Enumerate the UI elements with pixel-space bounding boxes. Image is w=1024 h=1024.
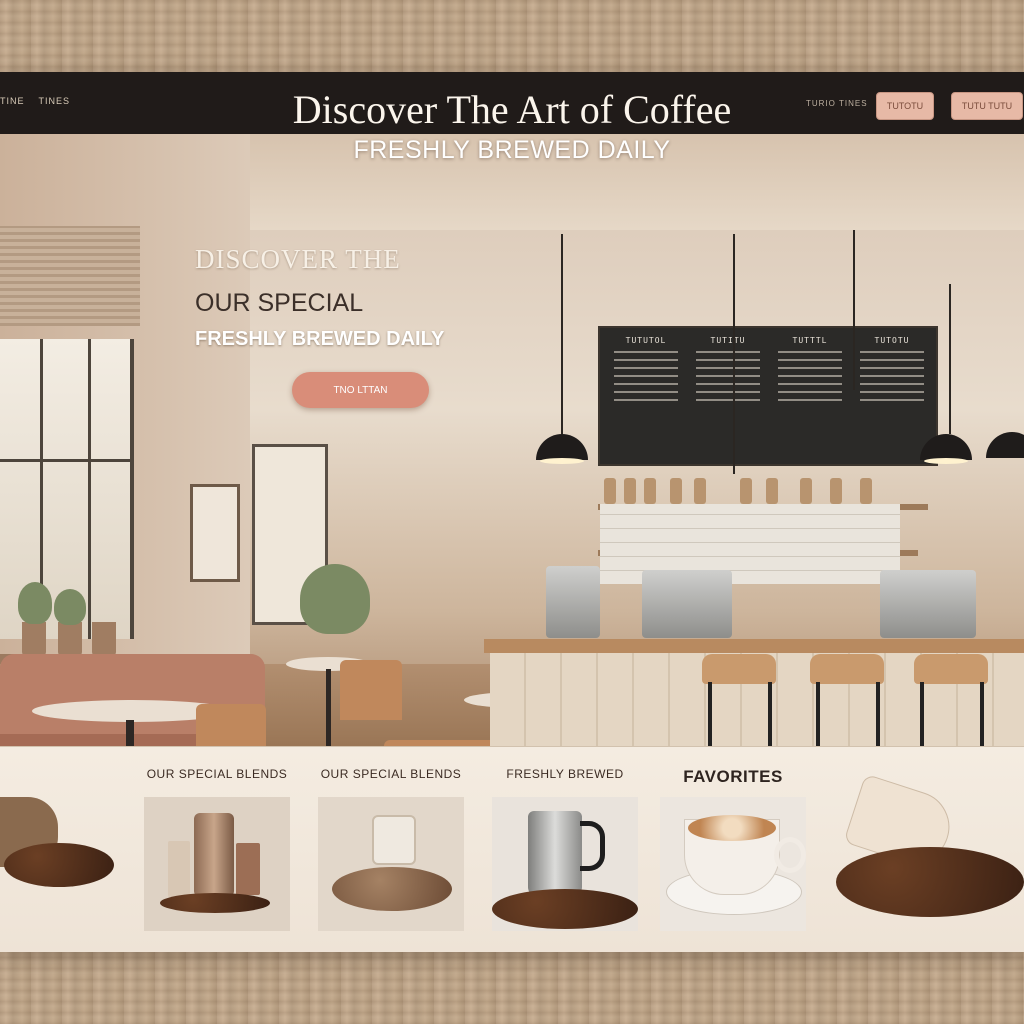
product-strip: OUR SPECIAL BLENDS OUR SPECIAL BLENDS FR…	[0, 746, 1024, 952]
product-image	[144, 797, 290, 931]
coffee-beans	[4, 843, 114, 887]
plant-pot	[22, 622, 46, 656]
hero-heading: DISCOVER THE	[195, 244, 401, 274]
plant-leaves	[54, 589, 86, 625]
product-card[interactable]: FAVORITES	[660, 767, 806, 931]
espresso-machine	[546, 566, 600, 638]
product-image	[660, 797, 806, 931]
product-title: FRESHLY BREWED	[506, 767, 624, 781]
wall-picture-frame	[190, 484, 240, 582]
bar-stool	[810, 654, 884, 684]
plant-leaves	[300, 564, 370, 634]
hero-cafe-scene: TUTUTOL TUTITU TUTTTL TUTOTU FRESHLY BRE…	[0, 134, 1024, 812]
nav-right-link[interactable]: TURIO TINES	[806, 99, 868, 108]
menu-column-header: TUTUTOL	[625, 336, 667, 345]
menu-column: TUTOTU	[854, 336, 930, 454]
hero-headline: FRESHLY BREWED DAILY	[353, 136, 671, 164]
hero-tagline-secondary: FRESHLY BREWED DAILY	[195, 328, 445, 350]
coffee-jar-icon	[372, 815, 416, 865]
website-mockup: TINE TINES Discover The Art of Coffee TU…	[0, 72, 1024, 952]
window-blind	[0, 226, 140, 326]
header-button-secondary[interactable]: TUTU TUTU	[951, 92, 1023, 120]
product-image	[318, 797, 464, 931]
pitcher-icon	[528, 811, 582, 897]
product-title: FAVORITES	[683, 767, 783, 786]
product-title: OUR SPECIAL BLENDS	[320, 767, 462, 781]
menu-chalkboard: TUTUTOL TUTITU TUTTTL TUTOTU	[598, 326, 938, 466]
product-title: OUR SPECIAL BLENDS	[146, 767, 288, 781]
pendant-lamp	[986, 432, 1024, 458]
coffee-beans	[836, 847, 1024, 917]
header-button-primary[interactable]: TUTOTU	[876, 92, 934, 120]
hero-tagline: OUR SPECIAL	[195, 289, 364, 317]
plant-leaves	[18, 582, 52, 624]
bar-counter-top	[484, 639, 1024, 653]
product-card[interactable]: OUR SPECIAL BLENDS	[144, 767, 290, 931]
wooden-chair	[340, 660, 402, 720]
espresso-machine	[880, 570, 976, 638]
pendant-lamp	[536, 434, 588, 460]
menu-column: TUTITU	[690, 336, 766, 454]
product-card[interactable]: FRESHLY BREWED	[492, 767, 638, 931]
menu-column-header: TUTITU	[710, 336, 746, 345]
menu-column-header: TUTTTL	[792, 336, 828, 345]
hero-cta-button[interactable]: TNO LTTAN	[292, 372, 429, 408]
product-card[interactable]: OUR SPECIAL BLENDS	[318, 767, 464, 931]
menu-column: TUTTTL	[772, 336, 848, 454]
menu-column-header: TUTOTU	[874, 336, 910, 345]
top-navigation-bar: TINE TINES Discover The Art of Coffee TU…	[0, 72, 1024, 134]
product-image	[492, 797, 638, 931]
bar-stool	[702, 654, 776, 684]
coffee-tin-icon	[194, 813, 234, 897]
site-title: Discover The Art of Coffee	[292, 87, 732, 132]
menu-column: TUTUTOL	[608, 336, 684, 454]
bar-stool	[914, 654, 988, 684]
plant-pot	[58, 622, 82, 656]
hero-text-block: DISCOVER THE OUR SPECIAL FRESHLY BREWED …	[195, 244, 515, 351]
espresso-machine	[642, 570, 732, 638]
plant-pot	[92, 622, 116, 656]
